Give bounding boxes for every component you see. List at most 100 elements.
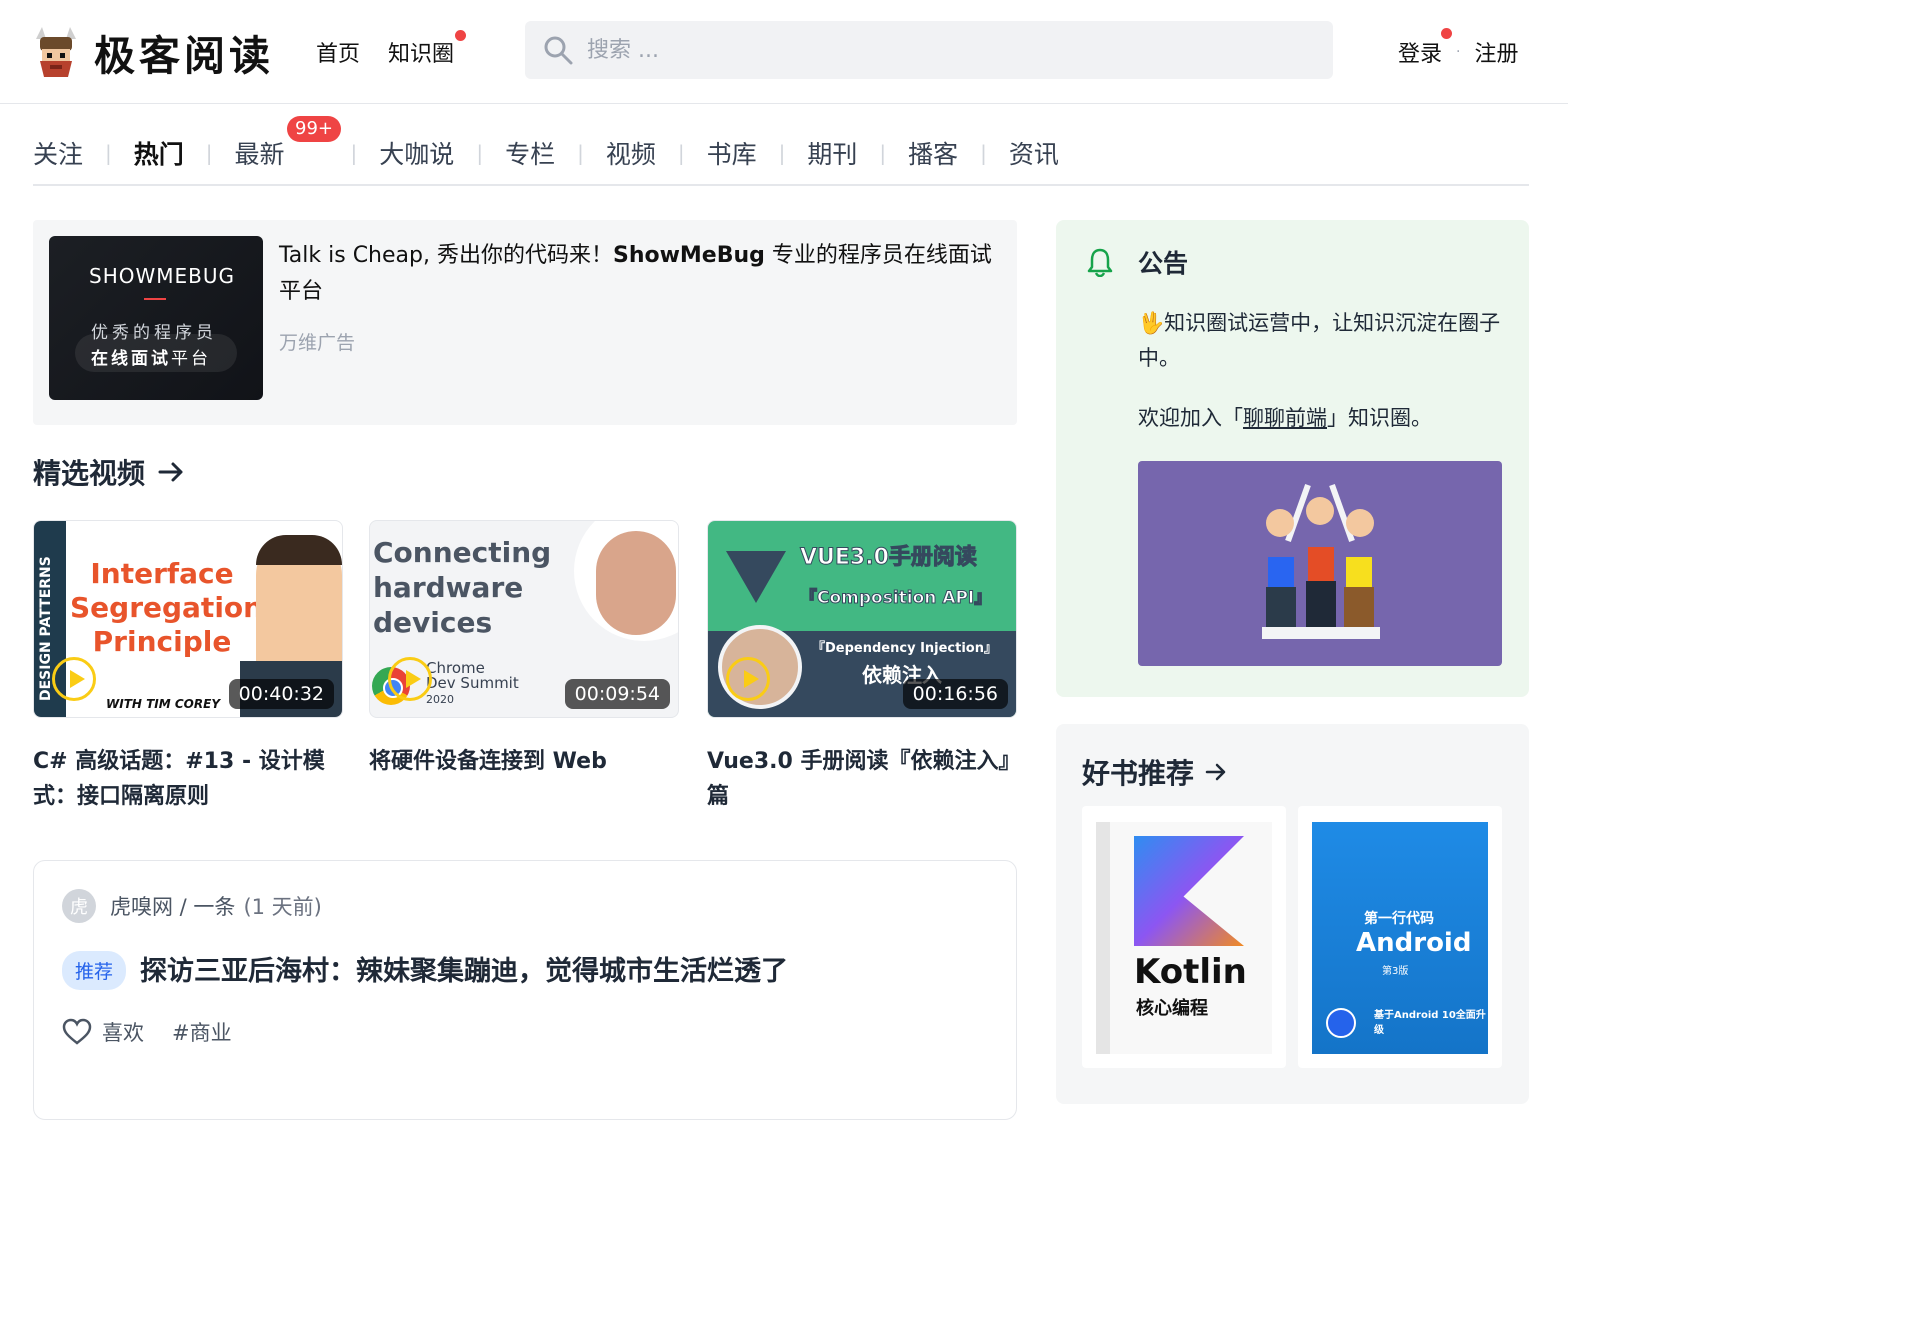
presenter-hair [256, 535, 342, 565]
ad-text-b: ShowMeBug [612, 243, 765, 268]
arrow-right-icon [1205, 763, 1226, 781]
tab-videos[interactable]: 视频 [606, 135, 656, 171]
notice-text-body: 知识圈试运营中，让知识沉淀在圈子中。 [1138, 311, 1501, 370]
play-icon[interactable] [388, 657, 432, 701]
book-card[interactable]: Kotlin 核心编程 [1082, 806, 1286, 1068]
thumb-title: Connecting hardware devices [373, 536, 552, 639]
login-label: 登录 [1398, 42, 1443, 67]
like-button[interactable]: 喜欢 [102, 1017, 144, 1047]
feed-item[interactable]: 虎 虎嗅网 / 一条 (1 天前) 推荐 探访三亚后海村：辣妹聚集蹦迪，觉得城市… [33, 860, 1017, 1120]
video-title[interactable]: Vue3.0 手册阅读『依赖注入』篇 [707, 744, 1017, 814]
circle-link[interactable]: 聊聊前端 [1243, 406, 1327, 430]
topic-tag[interactable]: #商业 [172, 1017, 232, 1047]
nav-home[interactable]: 首页 [316, 36, 360, 68]
featured-videos-label: 精选视频 [33, 457, 146, 490]
video-duration: 00:16:56 [902, 679, 1008, 709]
featured-videos-title[interactable]: 精选视频 [33, 452, 185, 492]
video-title[interactable]: 将硬件设备连接到 Web [369, 744, 679, 779]
login-link[interactable]: 登录 [1398, 28, 1453, 68]
tab-journals[interactable]: 期刊 [807, 135, 857, 171]
video-duration: 00:40:32 [228, 679, 334, 709]
book-seal-icon [1326, 1008, 1356, 1038]
nav-circle[interactable]: 知识圈 [388, 30, 467, 68]
search-bar[interactable] [525, 21, 1333, 79]
books-title: 好书推荐 [1082, 757, 1195, 790]
notice-welcome-a: 欢迎加入「 [1138, 406, 1243, 430]
ad-image[interactable]: SHOWMEBUG 优秀的程序员 在线面试平台 [49, 236, 263, 400]
vulcan-salute-icon: 🖖 [1138, 311, 1165, 335]
tab-follow[interactable]: 关注 [33, 135, 83, 171]
book-cover-edition: 第3版 [1382, 966, 1409, 977]
tab-news[interactable]: 资讯 [1009, 135, 1059, 171]
viking-logo-icon [36, 27, 76, 77]
play-icon[interactable] [52, 657, 96, 701]
logo-text: 极客阅读 [94, 32, 274, 80]
thumb-topic-en: 『Dependency Injection』 [812, 641, 997, 656]
thumb-event-2: Dev Summit [426, 674, 519, 692]
tab-divider: | [350, 141, 358, 165]
arrow-right-icon [158, 462, 183, 482]
top-header: 极客阅读 首页 知识圈 登录 · 注册 [0, 0, 1568, 104]
thumb-title: Interface Segregation Principle [70, 557, 264, 658]
feed-actions: 喜欢 #商业 [62, 1017, 232, 1047]
video-card-thumbnail[interactable]: VUE3.0手册阅读 『Composition API』 『Dependency… [707, 520, 1017, 718]
tab-hot[interactable]: 热门 [119, 135, 198, 171]
auth-separator: · [1456, 44, 1461, 60]
thumb-title: VUE3.0手册阅读 [800, 545, 978, 571]
book-cover-top: 第一行代码 [1364, 911, 1434, 927]
category-tabs: 关注 | 热门 | 最新 | 大咖说 | 专栏 | 视频 | 书库 | 期刊 |… [33, 116, 1529, 186]
tab-divider: | [879, 141, 887, 165]
tab-latest[interactable]: 最新 [235, 135, 285, 171]
feed-source: 虎 虎嗅网 / 一条 (1 天前) [62, 889, 322, 923]
notice-header: 公告 [1086, 244, 1188, 280]
video-card-thumbnail[interactable]: DESIGN PATTERNS Interface Segregation Pr… [33, 520, 343, 718]
tab-experts[interactable]: 大咖说 [379, 135, 454, 171]
video-title[interactable]: C# 高级话题：#13 - 设计模式：接口隔离原则 [33, 744, 343, 814]
book-cover-note: 基于Android 10全面升级 [1374, 1010, 1486, 1036]
search-input[interactable] [587, 37, 1287, 63]
notice-text: 🖖知识圈试运营中，让知识沉淀在圈子中。 [1138, 306, 1508, 376]
notice-illustration[interactable] [1138, 461, 1502, 666]
feed-title[interactable]: 探访三亚后海村：辣妹聚集蹦迪，觉得城市生活烂透了 [140, 949, 788, 988]
post-time: (1 天前) [243, 895, 322, 919]
notice-welcome: 欢迎加入「聊聊前端」知识圈。 [1138, 402, 1432, 432]
notification-dot [1441, 28, 1453, 39]
tab-divider: | [105, 141, 112, 165]
video-card-thumbnail[interactable]: Connecting hardware devices Chrome Dev Su… [369, 520, 679, 718]
css-html-js-illustration [1262, 483, 1380, 639]
recommend-badge: 推荐 [62, 951, 127, 990]
heart-icon[interactable] [62, 1018, 92, 1046]
source-name[interactable]: 虎嗅网 / 一条 [110, 891, 235, 921]
tab-columns[interactable]: 专栏 [505, 135, 555, 171]
tab-divider: | [205, 141, 213, 165]
source-avatar: 虎 [62, 889, 96, 923]
register-link[interactable]: 注册 [1474, 36, 1518, 68]
play-icon[interactable] [726, 657, 770, 701]
ad-line2-bold: 在线面试 [91, 349, 171, 369]
tab-divider: | [577, 141, 584, 165]
books-header[interactable]: 好书推荐 [1082, 752, 1228, 792]
tab-library[interactable]: 书库 [707, 135, 757, 171]
vue-logo-icon [726, 551, 786, 603]
tab-divider: | [778, 141, 786, 165]
book-cover: 第一行代码 Android 第3版 基于Android 10全面升级 [1312, 822, 1488, 1054]
auth-links: 登录 · 注册 [1398, 28, 1518, 68]
ad-line2-rest: 平台 [171, 349, 211, 369]
book-cover-subtitle: 核心编程 [1136, 998, 1208, 1019]
book-cover-title: Kotlin [1134, 952, 1247, 992]
tab-podcasts[interactable]: 播客 [908, 135, 958, 171]
ad-banner[interactable]: SHOWMEBUG 优秀的程序员 在线面试平台 Talk is Cheap, 秀… [33, 220, 1017, 425]
ad-text[interactable]: Talk is Cheap, 秀出你的代码来！ShowMeBug 专业的程序员在… [279, 238, 999, 310]
search-icon [544, 36, 573, 65]
book-card[interactable]: 第一行代码 Android 第3版 基于Android 10全面升级 [1298, 806, 1502, 1068]
book-cover: Kotlin 核心编程 [1096, 822, 1272, 1054]
thumb-event-3: 2020 [426, 693, 454, 706]
notice-title: 公告 [1138, 249, 1189, 278]
video-duration: 00:09:54 [564, 679, 670, 709]
book-recommendations: 好书推荐 Kotlin 核心编程 第一行代码 Android 第3版 基于And… [1056, 724, 1529, 1104]
book-cover-title: Android [1356, 928, 1472, 958]
ad-line2: 在线面试平台 [91, 344, 211, 369]
site-logo[interactable]: 极客阅读 [32, 22, 274, 82]
ad-source[interactable]: 万维广告 [279, 328, 355, 355]
notice-panel: 公告 🖖知识圈试运营中，让知识沉淀在圈子中。 欢迎加入「聊聊前端」知识圈。 [1056, 220, 1529, 697]
